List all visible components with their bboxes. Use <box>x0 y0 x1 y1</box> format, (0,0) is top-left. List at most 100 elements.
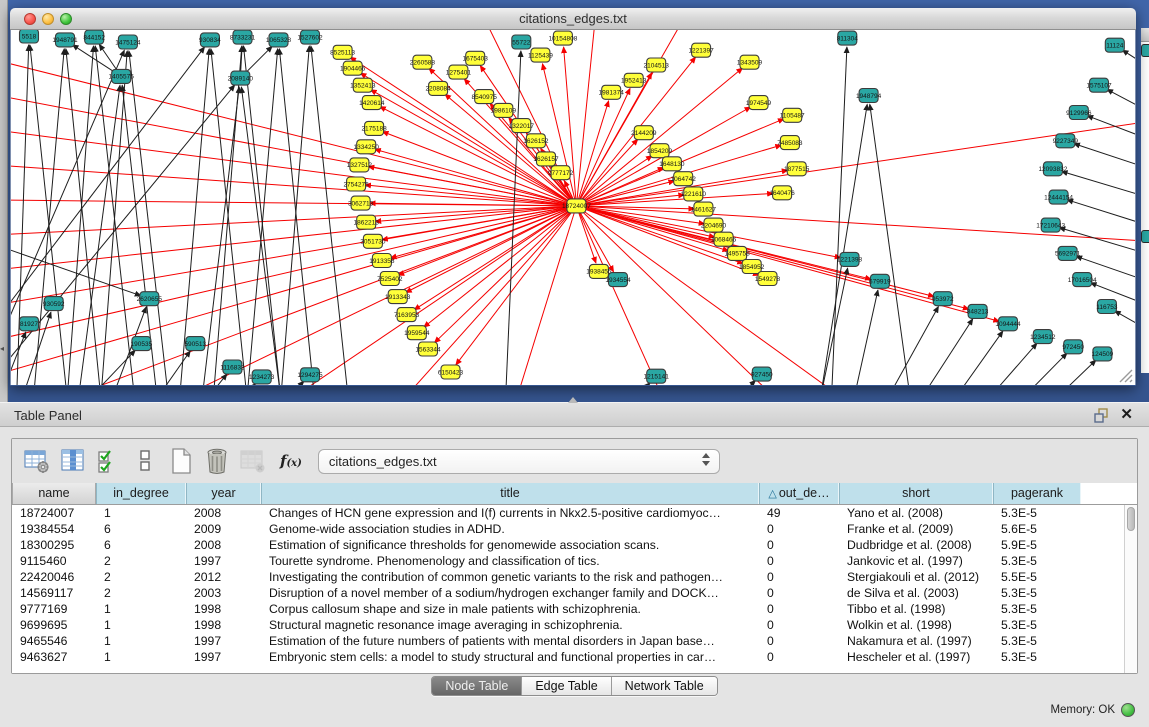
tab-edge-table[interactable]: Edge Table <box>522 677 611 695</box>
network-edge[interactable] <box>211 49 247 385</box>
column-header-pagerank[interactable]: pagerank <box>993 483 1081 504</box>
network-edge[interactable] <box>543 64 577 206</box>
network-edge[interactable] <box>11 200 576 206</box>
network-node-label: 1854209 <box>647 148 673 155</box>
network-edge[interactable] <box>1056 360 1096 385</box>
network-edge[interactable] <box>101 51 127 385</box>
network-edge[interactable] <box>955 331 1003 385</box>
table-row[interactable]: 946554611997Estimation of the future num… <box>12 633 1137 649</box>
network-edge[interactable] <box>576 206 663 385</box>
network-node-label: 1626152 <box>523 138 549 145</box>
network-edge[interactable] <box>30 45 67 385</box>
network-edge[interactable] <box>157 351 190 385</box>
network-edge[interactable] <box>279 49 314 385</box>
network-graph[interactable]: 1872400721751881334250132751227542753062… <box>11 30 1135 385</box>
delete-table-icon[interactable] <box>202 446 232 476</box>
network-edge[interactable] <box>730 380 755 385</box>
table-selector[interactable]: citations_edges.txt <box>318 449 720 474</box>
network-edge[interactable] <box>11 58 576 206</box>
network-edge[interactable] <box>888 307 939 385</box>
table-row[interactable]: 946362711997Embryonic stem cells: a mode… <box>12 649 1137 665</box>
network-edge[interactable] <box>1023 353 1067 385</box>
network-edge[interactable] <box>576 206 613 272</box>
network-edge[interactable] <box>34 49 65 385</box>
table-scrollbar[interactable] <box>1124 505 1137 673</box>
network-edge[interactable] <box>921 319 972 385</box>
network-edge[interactable] <box>576 30 595 206</box>
network-edge[interactable] <box>244 46 281 385</box>
table-panel: Table Panel ✕ <box>0 402 1149 727</box>
tab-network-table[interactable]: Network Table <box>612 677 717 695</box>
network-edge[interactable] <box>129 51 169 385</box>
network-node-label: 1913358 <box>369 258 395 265</box>
network-edge[interactable] <box>576 206 969 309</box>
control-panel-divider[interactable]: ◂ <box>0 0 8 402</box>
network-edge[interactable] <box>517 206 577 385</box>
network-edge[interactable] <box>375 206 576 222</box>
network-node-label: 1986109 <box>491 108 517 115</box>
network-edge[interactable] <box>576 30 685 206</box>
network-edge[interactable] <box>281 381 304 385</box>
table-cell: 14569117 <box>12 585 96 601</box>
table-row[interactable]: 1830029562008Estimation of significance … <box>12 537 1137 553</box>
network-node-label: 2089140 <box>228 75 254 82</box>
panel-divider-handle[interactable] <box>568 397 578 403</box>
table-row[interactable]: 969969511998Structural magnetic resonanc… <box>12 617 1137 633</box>
column-header-out_de[interactable]: △out_de… <box>759 483 839 504</box>
network-edge[interactable] <box>820 268 847 385</box>
column-header-in_degree[interactable]: in_degree <box>96 483 186 504</box>
column-header-short[interactable]: short <box>839 483 993 504</box>
network-node-label: 1221397 <box>688 48 714 55</box>
select-all-columns-icon[interactable] <box>94 446 124 476</box>
network-edge[interactable] <box>406 206 577 293</box>
network-window[interactable]: citations_edges.txt 18724007217518813342… <box>10 8 1136 386</box>
network-edge[interactable] <box>1074 144 1135 176</box>
network-edge[interactable] <box>820 104 867 385</box>
resize-grip-icon[interactable] <box>1117 367 1133 383</box>
network-edge[interactable] <box>1122 50 1135 80</box>
network-edge[interactable] <box>629 383 650 385</box>
column-header-title[interactable]: title <box>261 483 759 504</box>
table-row[interactable]: 1872400712008Changes of HCN gene express… <box>12 505 1137 521</box>
network-edge[interactable] <box>11 165 576 206</box>
network-edge[interactable] <box>311 46 348 385</box>
table-row[interactable]: 977716911998Corpus callosum shape and si… <box>12 601 1137 617</box>
network-edge[interactable] <box>989 343 1037 385</box>
network-edge[interactable] <box>1087 116 1135 147</box>
table-row[interactable]: 911546021997Tourette syndrome. Phenomeno… <box>12 553 1137 569</box>
unselect-all-columns-icon[interactable] <box>130 446 160 476</box>
network-canvas[interactable]: 1872400721751881334250132751227542753062… <box>10 30 1136 385</box>
network-edge[interactable] <box>180 206 577 385</box>
table-cell: 5.3E-5 <box>993 601 1081 617</box>
close-panel-icon[interactable]: ✕ <box>1120 405 1133 423</box>
show-columns-icon[interactable] <box>58 446 88 476</box>
table-row[interactable]: 1456911722003Disruption of a novel membe… <box>12 585 1137 601</box>
create-new-table-icon[interactable] <box>22 446 52 476</box>
network-edge[interactable] <box>424 206 577 327</box>
function-builder-icon[interactable]: f(x) <box>280 452 302 470</box>
table-row[interactable]: 1938455462009Genome-wide association stu… <box>12 521 1137 537</box>
window-titlebar[interactable]: citations_edges.txt <box>10 8 1136 30</box>
network-node-label: 8525113 <box>330 50 355 57</box>
network-edge[interactable] <box>404 206 576 385</box>
float-panel-icon[interactable] <box>1094 408 1109 428</box>
collapse-left-icon[interactable]: ◂ <box>0 344 4 353</box>
column-header-year[interactable]: year <box>186 483 261 504</box>
new-document-icon[interactable] <box>166 446 196 476</box>
network-edge[interactable] <box>281 46 310 385</box>
table-cell: 22420046 <box>12 569 96 585</box>
network-edge[interactable] <box>1107 89 1135 122</box>
network-edge[interactable] <box>180 49 210 385</box>
column-header-name[interactable]: name <box>12 483 96 504</box>
table-scrollbar-thumb[interactable] <box>1127 507 1135 531</box>
table-panel-header[interactable]: Table Panel ✕ <box>0 402 1149 427</box>
network-edge[interactable] <box>1067 200 1135 232</box>
network-edge[interactable] <box>854 290 878 385</box>
network-edge[interactable] <box>870 104 910 385</box>
network-edge[interactable] <box>576 139 637 206</box>
table-row[interactable]: 2242004622012Investigating the contribut… <box>12 569 1137 585</box>
network-edge[interactable] <box>1115 311 1135 342</box>
network-edge[interactable] <box>66 49 101 385</box>
tab-node-table[interactable]: Node Table <box>432 677 522 695</box>
network-edge[interactable] <box>576 193 773 206</box>
